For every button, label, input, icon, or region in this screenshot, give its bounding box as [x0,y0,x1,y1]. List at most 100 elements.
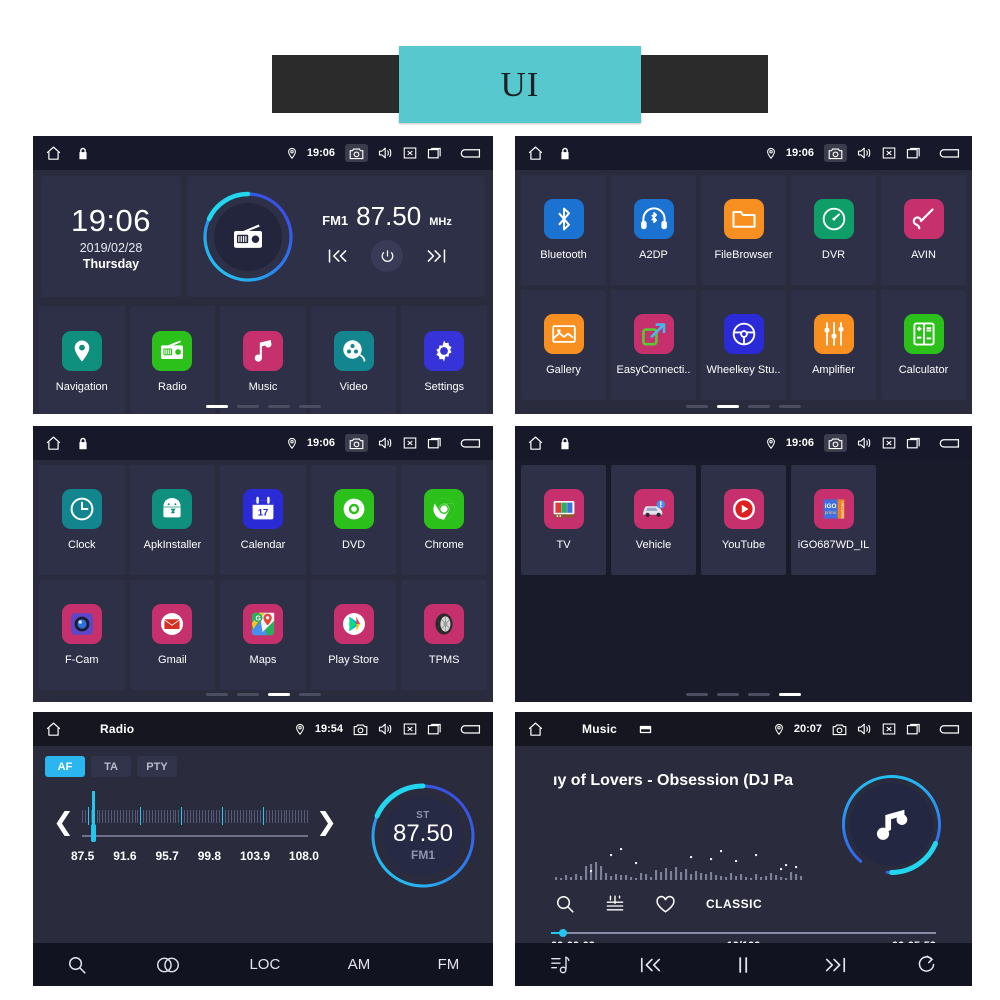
page-dot[interactable] [298,405,321,408]
camera-icon[interactable] [345,434,368,452]
app-f-cam[interactable]: F-Cam [39,580,125,690]
back-icon[interactable] [938,146,960,161]
prev-station-button[interactable] [327,247,349,265]
app-video[interactable]: Video [310,306,397,414]
camera-icon[interactable] [345,144,368,162]
app-calendar[interactable]: 17 Calendar [220,465,306,575]
loc-button[interactable]: LOC [249,956,280,973]
app-amplifier[interactable]: Amplifier [791,290,876,400]
close-icon[interactable] [403,722,417,736]
page-dot[interactable] [748,693,770,696]
close-icon[interactable] [882,722,896,736]
search-button[interactable] [67,955,87,975]
page-dot[interactable] [236,405,259,408]
back-icon[interactable] [459,146,481,161]
close-icon[interactable] [882,436,896,450]
app-radio[interactable]: Radio [129,306,216,414]
close-icon[interactable] [882,146,896,160]
page-dot[interactable] [717,405,739,408]
lock-icon[interactable] [78,147,88,160]
page-dot[interactable] [298,693,321,696]
favorite-icon[interactable] [655,895,676,914]
recents-icon[interactable] [906,146,922,160]
close-icon[interactable] [403,146,417,160]
app-a2dp[interactable]: A2DP [611,175,696,285]
recents-icon[interactable] [427,146,443,160]
home-icon[interactable] [45,435,62,452]
sd-card-icon[interactable] [639,724,652,735]
volume-icon[interactable] [857,722,872,736]
page-dot[interactable] [267,405,290,408]
tune-down-button[interactable]: ❮ [45,809,82,835]
eq-preset-label[interactable]: CLASSIC [706,897,762,911]
page-dot[interactable] [779,693,801,696]
page-dot[interactable] [236,693,259,696]
back-icon[interactable] [459,436,481,451]
am-button[interactable]: AM [348,956,371,973]
page-dot[interactable] [717,693,739,696]
close-icon[interactable] [403,436,417,450]
frequency-dial[interactable]: ST 87.50 FM1 [369,782,477,890]
ta-button[interactable]: TA [91,756,131,777]
page-dot[interactable] [205,405,228,408]
app-tpms[interactable]: TPMS [401,580,487,690]
camera-icon[interactable] [353,723,368,736]
volume-icon[interactable] [378,146,393,160]
camera-icon[interactable] [824,144,847,162]
volume-icon[interactable] [857,146,872,160]
app-maps[interactable]: G Maps [220,580,306,690]
pty-button[interactable]: PTY [137,756,177,777]
page-dot[interactable] [267,693,290,696]
app-wheelkey-study[interactable]: Wheelkey Stu.. [701,290,786,400]
page-dot[interactable] [686,693,708,696]
tune-up-button[interactable]: ❯ [308,809,345,835]
app-apkinstaller[interactable]: ApkInstaller [129,465,216,575]
home-icon[interactable] [45,145,62,162]
app-music[interactable]: Music [220,306,306,414]
back-icon[interactable] [938,722,960,737]
lock-icon[interactable] [560,147,570,160]
back-icon[interactable] [938,436,960,451]
fm-button[interactable]: FM [438,956,460,973]
app-calculator[interactable]: Calculator [881,290,966,400]
page-dot[interactable] [779,405,801,408]
camera-icon[interactable] [824,434,847,452]
search-icon[interactable] [555,894,575,914]
repeat-button[interactable] [916,954,937,975]
progress-thumb[interactable] [558,929,567,937]
app-settings[interactable]: Settings [401,306,487,414]
recents-icon[interactable] [427,436,443,450]
page-dot[interactable] [748,405,770,408]
lock-icon[interactable] [560,437,570,450]
app-filebrowser[interactable]: FileBrowser [701,175,786,285]
app-chrome[interactable]: Chrome [401,465,487,575]
frequency-scale[interactable] [81,791,309,853]
page-dot[interactable] [205,693,228,696]
app-clock[interactable]: Clock [39,465,125,575]
app-dvd[interactable]: DVD [310,465,397,575]
app-tv[interactable]: TV [521,465,606,575]
volume-icon[interactable] [378,722,393,736]
equalizer-icon[interactable] [605,894,625,914]
clock-widget[interactable]: 19:06 2019/02/28 Thursday [41,176,181,297]
radio-widget[interactable]: FM1 87.50 MHz [187,176,485,297]
lock-icon[interactable] [78,437,88,450]
af-button[interactable]: AF [45,756,85,777]
app-dvr[interactable]: DVR [791,175,876,285]
previous-button[interactable] [639,955,663,975]
pause-button[interactable] [733,955,753,975]
app-igo687wd-il[interactable]: iGO primo NextGen iGO687WD_IL [791,465,876,575]
app-gmail[interactable]: Gmail [129,580,216,690]
stereo-button[interactable] [154,956,182,974]
home-icon[interactable] [527,721,544,738]
power-button[interactable] [371,240,403,272]
recents-icon[interactable] [427,722,443,736]
app-vehicle[interactable]: Vehicle [611,465,696,575]
playlist-button[interactable] [550,954,570,976]
home-icon[interactable] [527,145,544,162]
back-icon[interactable] [459,722,481,737]
app-gallery[interactable]: Gallery [521,290,606,400]
home-icon[interactable] [45,721,62,738]
recents-icon[interactable] [906,436,922,450]
app-avin[interactable]: AVIN [881,175,966,285]
